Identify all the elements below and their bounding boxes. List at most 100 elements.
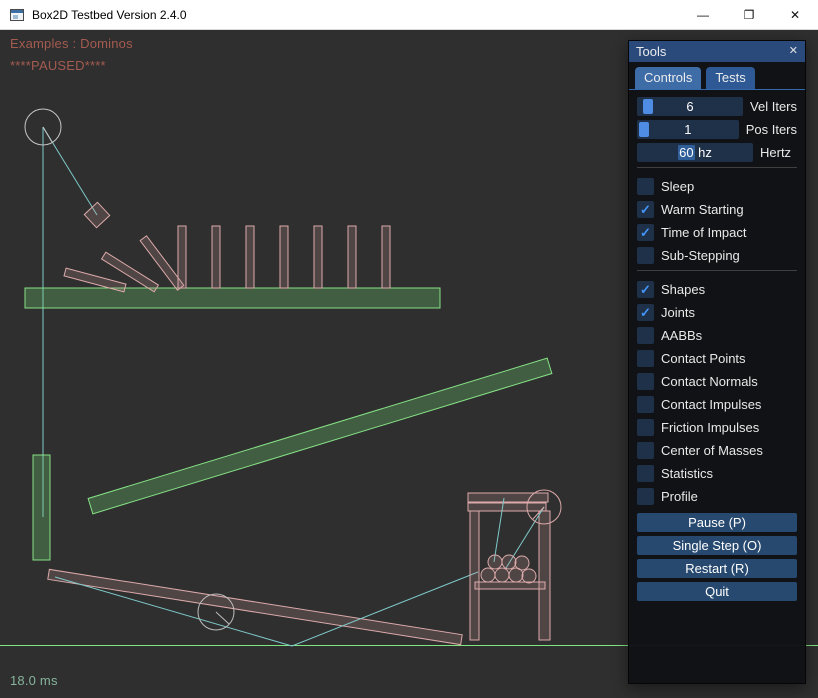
separator — [637, 270, 797, 271]
frame-time-label: 18.0 ms — [10, 673, 58, 688]
pos-iters-label: Pos Iters — [746, 122, 797, 137]
checkbox-box: ✓ — [637, 442, 654, 459]
checkbox-label: Center of Masses — [661, 443, 763, 458]
tools-content: 6 Vel Iters 1 Pos Iters 60 hz Hertz ✓ Sl… — [629, 90, 805, 601]
checkbox-time-of-impact[interactable]: ✓ Time of Impact — [637, 223, 797, 242]
checkbox-shapes[interactable]: ✓ Shapes — [637, 280, 797, 299]
vel-iters-slider[interactable]: 6 — [637, 97, 743, 116]
checkbox-box: ✓ — [637, 281, 654, 298]
checkbox-sub-stepping[interactable]: ✓ Sub-Stepping — [637, 246, 797, 265]
close-icon: ✕ — [790, 8, 800, 22]
checkbox-box: ✓ — [637, 396, 654, 413]
ball — [502, 555, 516, 569]
slider-grab[interactable] — [639, 122, 649, 137]
tab-controls[interactable]: Controls — [635, 67, 701, 89]
pos-iters-slider[interactable]: 1 — [637, 120, 739, 139]
check-icon: ✓ — [640, 306, 651, 319]
domino — [212, 226, 220, 288]
check-icon: ✓ — [640, 203, 651, 216]
hertz-row: 60 hz Hertz — [637, 143, 797, 162]
checkbox-box: ✓ — [637, 327, 654, 344]
window-title: Box2D Testbed Version 2.4.0 — [32, 8, 187, 22]
app-icon — [9, 7, 25, 23]
checkbox-label: Joints — [661, 305, 695, 320]
ball — [522, 569, 536, 583]
tab-tests[interactable]: Tests — [706, 67, 754, 89]
checkbox-label: Sleep — [661, 179, 694, 194]
checkbox-label: Profile — [661, 489, 698, 504]
rolling-circle-radius-line — [216, 612, 229, 624]
seesaw-plank — [48, 569, 462, 644]
checkbox-contact-normals[interactable]: ✓ Contact Normals — [637, 372, 797, 391]
checkbox-statistics[interactable]: ✓ Statistics — [637, 464, 797, 483]
checkbox-joints[interactable]: ✓ Joints — [637, 303, 797, 322]
checkbox-box: ✓ — [637, 247, 654, 264]
checkbox-label: Contact Points — [661, 351, 746, 366]
check-icon: ✓ — [640, 283, 651, 296]
domino — [314, 226, 322, 288]
pos-iters-row: 1 Pos Iters — [637, 120, 797, 139]
hertz-input[interactable]: 60 hz — [637, 143, 753, 162]
checkbox-box: ✓ — [637, 465, 654, 482]
tools-titlebar[interactable]: Tools ✕ — [629, 41, 805, 62]
checkbox-box: ✓ — [637, 178, 654, 195]
domino — [348, 226, 356, 288]
close-button[interactable]: ✕ — [772, 0, 818, 29]
window-titlebar[interactable]: Box2D Testbed Version 2.4.0 — ❐ ✕ — [0, 0, 818, 30]
checkbox-sleep[interactable]: ✓ Sleep — [637, 177, 797, 196]
quit-button[interactable]: Quit — [637, 582, 797, 601]
checkbox-warm-starting[interactable]: ✓ Warm Starting — [637, 200, 797, 219]
vel-iters-label: Vel Iters — [750, 99, 797, 114]
domino — [178, 226, 186, 288]
separator — [637, 167, 797, 168]
checkbox-center-of-masses[interactable]: ✓ Center of Masses — [637, 441, 797, 460]
checkbox-profile[interactable]: ✓ Profile — [637, 487, 797, 506]
ball — [488, 555, 502, 569]
check-icon: ✓ — [640, 226, 651, 239]
checkbox-box: ✓ — [637, 304, 654, 321]
stand-left-post — [470, 511, 479, 640]
checkbox-label: Shapes — [661, 282, 705, 297]
checkbox-label: Contact Impulses — [661, 397, 761, 412]
checkbox-label: Warm Starting — [661, 202, 744, 217]
minimize-icon: — — [697, 8, 709, 22]
pos-iters-value: 1 — [684, 122, 691, 137]
checkbox-label: Contact Normals — [661, 374, 758, 389]
minimize-button[interactable]: — — [680, 0, 726, 29]
checkbox-box: ✓ — [637, 201, 654, 218]
swinging-box — [84, 202, 109, 227]
tools-close-icon[interactable]: ✕ — [789, 46, 798, 57]
checkbox-aabbs[interactable]: ✓ AABBs — [637, 326, 797, 345]
vel-iters-row: 6 Vel Iters — [637, 97, 797, 116]
stand-shelf — [475, 582, 545, 589]
single-step-button[interactable]: Single Step (O) — [637, 536, 797, 555]
checkbox-box: ✓ — [637, 350, 654, 367]
pause-button[interactable]: Pause (P) — [637, 513, 797, 532]
domino — [280, 226, 288, 288]
tools-title: Tools — [636, 44, 666, 59]
tools-tabbar: Controls Tests — [629, 62, 805, 90]
paused-label: ****PAUSED**** — [10, 58, 106, 73]
ball — [495, 568, 509, 582]
checkbox-box: ✓ — [637, 224, 654, 241]
checkbox-label: Time of Impact — [661, 225, 746, 240]
ramp-plank — [88, 358, 552, 514]
vertical-plank — [33, 455, 50, 560]
ball — [509, 568, 523, 582]
checkbox-label: Statistics — [661, 466, 713, 481]
checkbox-label: Sub-Stepping — [661, 248, 740, 263]
domino — [246, 226, 254, 288]
slider-grab[interactable] — [643, 99, 653, 114]
vel-iters-value: 6 — [686, 99, 693, 114]
hertz-value: 60 — [678, 145, 694, 160]
stand-right-post — [539, 511, 550, 640]
maximize-button[interactable]: ❐ — [726, 0, 772, 29]
maximize-icon: ❐ — [744, 8, 755, 22]
checkbox-contact-points[interactable]: ✓ Contact Points — [637, 349, 797, 368]
restart-button[interactable]: Restart (R) — [637, 559, 797, 578]
checkbox-friction-impulses[interactable]: ✓ Friction Impulses — [637, 418, 797, 437]
domino — [382, 226, 390, 288]
checkbox-contact-impulses[interactable]: ✓ Contact Impulses — [637, 395, 797, 414]
checkbox-box: ✓ — [637, 373, 654, 390]
tools-window: Tools ✕ Controls Tests 6 Vel Iters 1 Pos… — [628, 40, 806, 684]
